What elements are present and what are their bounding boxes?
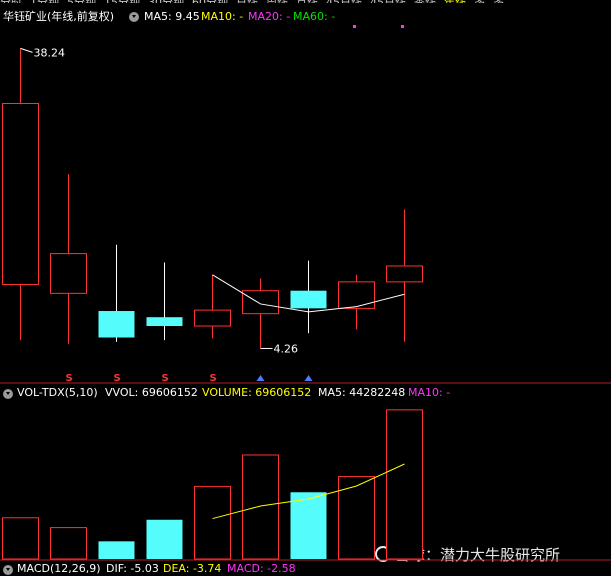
volume-bar-2 [98, 541, 135, 559]
volume-bar-5 [242, 454, 279, 560]
magenta-dot-marker [401, 25, 404, 28]
candle-body-2 [98, 311, 135, 338]
candle-body-7 [338, 281, 375, 309]
high-marker-arrow [20, 47, 33, 53]
sell-signal-icon: S [162, 373, 169, 384]
candle-body-8 [386, 265, 423, 283]
chart-canvas[interactable]: 38.24 4.26 S S S S [0, 0, 611, 576]
candle-body-3 [146, 317, 183, 327]
stock-chart-window: 分时1分钟5分钟15分钟30分钟60分钟日线周线月线45日线45日线季线年线多多… [0, 0, 611, 576]
buy-signal-icon [304, 375, 313, 381]
sell-signal-icon: S [66, 373, 73, 384]
volume-bar-3 [146, 519, 183, 559]
magenta-dot-marker [353, 25, 356, 28]
sell-signal-icon: S [114, 373, 121, 384]
volume-bar-0 [2, 517, 39, 560]
low-price-label: 4.26 [274, 342, 299, 355]
candle-body-0 [2, 102, 39, 286]
volume-bar-6 [290, 492, 327, 559]
candle-body-4 [194, 309, 231, 327]
volume-bar-1 [50, 527, 87, 560]
buy-signal-icon [256, 375, 265, 381]
high-price-label: 38.24 [34, 46, 66, 59]
candle-body-6 [290, 290, 327, 309]
sell-signal-icon: S [210, 373, 217, 384]
volume-bar-4 [194, 485, 231, 560]
candle-body-1 [50, 253, 87, 294]
volume-bar-8 [386, 409, 423, 560]
candle-body-5 [242, 290, 279, 315]
